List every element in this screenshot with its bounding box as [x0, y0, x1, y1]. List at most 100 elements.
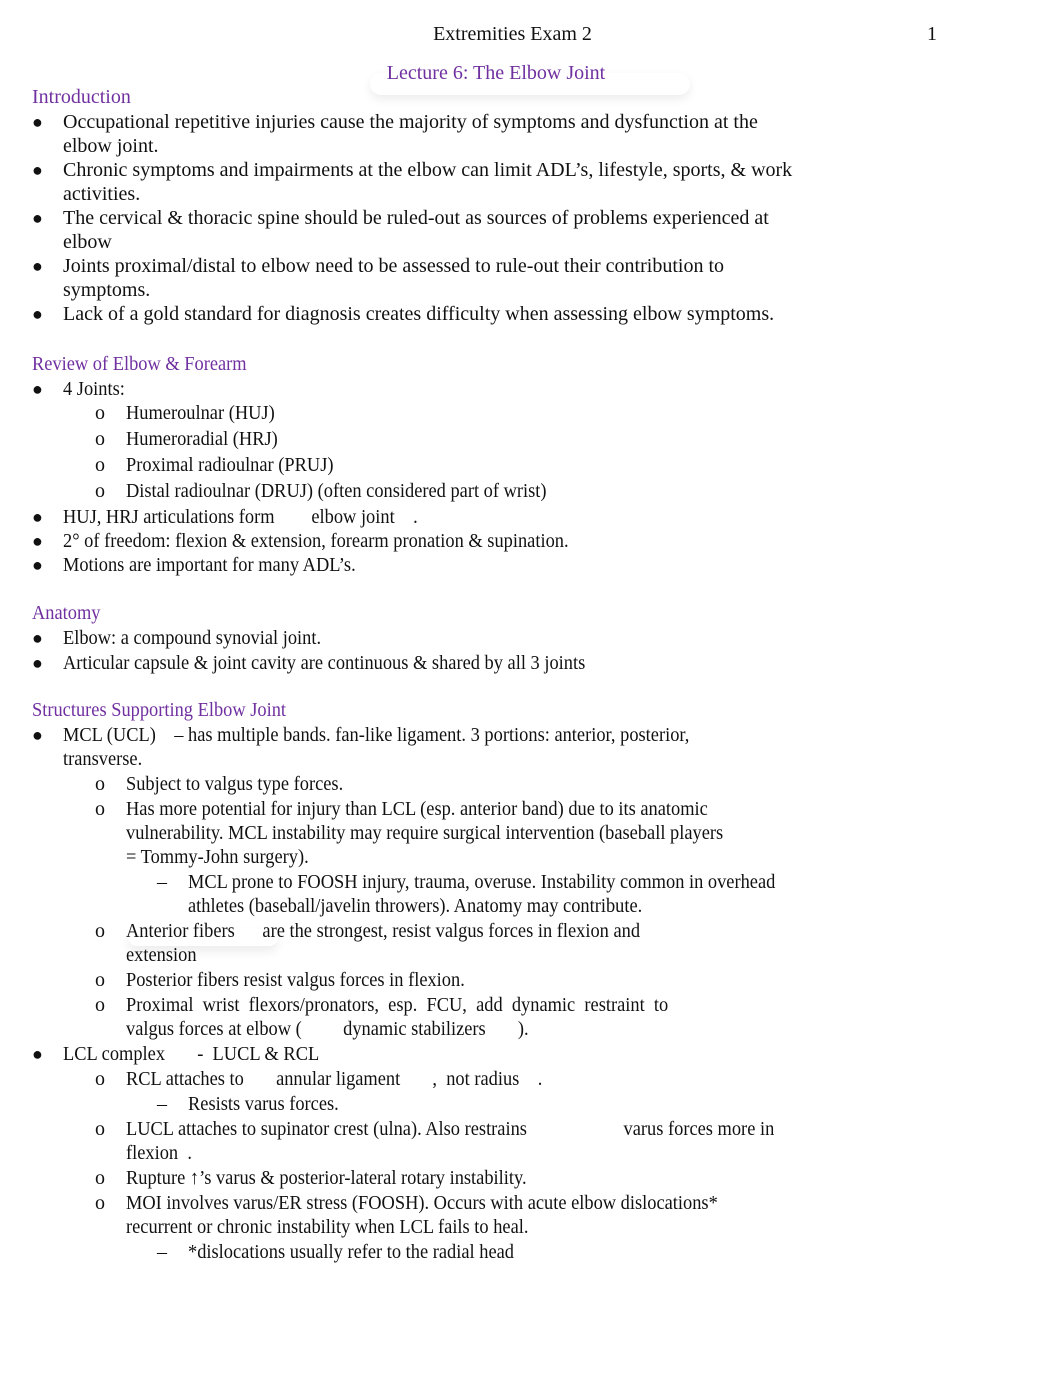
- list-item: o Humeroulnar (HUJ): [32, 401, 613, 425]
- list-item-line: HUJ, HRJ articulations form elbow joint …: [63, 505, 613, 529]
- list-item-text: elbow: [63, 231, 112, 253]
- list-item-line: 2° of freedom: flexion & extension, fore…: [63, 529, 613, 553]
- list-item-line: Humeroulnar (HUJ): [126, 401, 613, 425]
- review-list: ● 4 Joints: o Humeroulnar (HUJ) o Humeroradia…: [32, 377, 613, 577]
- list-item-text: recurrent or chronic instability when LC…: [126, 1216, 529, 1238]
- section-anatomy: Anatomy ● Elbow: a compound synovial join…: [32, 601, 631, 676]
- list-item-line: elbow joint.: [63, 134, 792, 158]
- list-item-line: athletes (baseball/javelin throwers). An…: [188, 894, 831, 918]
- section-title-text: Anatomy: [32, 602, 101, 624]
- list-item-line: Elbow: a compound synovial joint.: [63, 626, 631, 650]
- sub-bullet-icon: o: [95, 1118, 105, 1140]
- bullet-icon: ●: [32, 160, 43, 180]
- list-item-text: valgus forces at elbow ( dynamic stabili…: [126, 1018, 529, 1040]
- list-item: ● HUJ, HRJ articulations form elbow joint…: [32, 505, 613, 529]
- section-title: Anatomy: [32, 601, 631, 626]
- list-item-line: transverse.: [63, 747, 831, 771]
- list-item-text: 2° of freedom: flexion & extension, fore…: [63, 530, 569, 552]
- list-item: – Resists varus forces.: [32, 1092, 831, 1116]
- list-item: ● 2° of freedom: flexion & extension, for…: [32, 529, 613, 553]
- list-item-text: Has more potential for injury than LCL (…: [126, 798, 708, 820]
- list-item-text: = Tommy-John surgery).: [126, 846, 309, 868]
- list-item-line: MCL (UCL) – has multiple bands. fan-like…: [63, 723, 831, 747]
- list-item-line: elbow: [63, 230, 792, 254]
- sub-bullet-icon: o: [95, 402, 105, 424]
- bullet-icon: ●: [32, 112, 43, 132]
- list-item: o RCL attaches to annular ligament , not …: [32, 1067, 831, 1091]
- introduction-list: ● Occupational repetitive injuries cause …: [32, 110, 792, 326]
- list-item-line: *dislocations usually refer to the radia…: [188, 1240, 831, 1264]
- list-item-text: The cervical & thoracic spine should be …: [63, 207, 769, 229]
- list-item: ● MCL (UCL) – has multiple bands. fan-lik…: [32, 723, 831, 771]
- list-item-text: HUJ, HRJ articulations form elbow joint …: [63, 506, 418, 528]
- dash-bullet-icon: –: [157, 1241, 167, 1263]
- section-title: Structures Supporting Elbow Joint: [32, 698, 831, 723]
- list-item-line: Rupture ↑’s varus & posterior-lateral ro…: [126, 1166, 831, 1190]
- bullet-icon: ●: [32, 531, 43, 551]
- sub-bullet-icon: o: [95, 1192, 105, 1214]
- list-item-line: symptoms.: [63, 278, 792, 302]
- list-item-text: Proximal wrist flexors/pronators, esp. F…: [126, 994, 669, 1016]
- list-item-text: Distal radioulnar (DRUJ) (often consider…: [126, 480, 547, 502]
- section-title: Review of Elbow & Forearm: [32, 352, 613, 377]
- sub-bullet-icon: o: [95, 1167, 105, 1189]
- list-item-text: activities.: [63, 183, 141, 205]
- section-title-text: Structures Supporting Elbow Joint: [32, 699, 287, 721]
- sub-bullet-icon: o: [95, 1068, 105, 1090]
- list-item-line: = Tommy-John surgery).: [126, 845, 831, 869]
- dash-bullet-icon: –: [157, 1093, 167, 1115]
- list-item-text: elbow joint.: [63, 135, 159, 157]
- sub-bullet-icon: o: [95, 798, 105, 820]
- list-item-line: Subject to valgus type forces.: [126, 772, 831, 796]
- list-item: ● Occupational repetitive injuries cause …: [32, 110, 792, 158]
- list-item-text: Elbow: a compound synovial joint.: [63, 627, 322, 649]
- list-item-text: Lack of a gold standard for diagnosis cr…: [63, 303, 775, 325]
- list-item-line: extension: [126, 943, 831, 967]
- lecture-title: Lecture 6: The Elbow Joint: [386, 62, 606, 84]
- section-title-text: Review of Elbow & Forearm: [32, 353, 247, 375]
- list-item-text: Chronic symptoms and impairments at the …: [63, 159, 793, 181]
- list-item-line: Humeroradial (HRJ): [126, 427, 613, 451]
- list-item-line: Resists varus forces.: [188, 1092, 831, 1116]
- list-item-line: activities.: [63, 182, 792, 206]
- list-item-text: symptoms.: [63, 279, 151, 301]
- list-item: ● Joints proximal/distal to elbow need to…: [32, 254, 792, 302]
- section-introduction: Introduction ● Occupational repetitive in…: [32, 85, 792, 326]
- list-item-text: Humeroulnar (HUJ): [126, 402, 275, 424]
- list-item: ● LCL complex - LUCL & RCL: [32, 1042, 831, 1066]
- list-item-line: Posterior fibers resist valgus forces in…: [126, 968, 831, 992]
- list-item-line: MCL prone to FOOSH injury, trauma, overu…: [188, 870, 831, 894]
- list-item-text: 4 Joints:: [63, 378, 125, 400]
- list-item-line: LCL complex - LUCL & RCL: [63, 1042, 831, 1066]
- sub-bullet-icon: o: [95, 773, 105, 795]
- bullet-icon: ●: [32, 208, 43, 228]
- list-item-text: MCL prone to FOOSH injury, trauma, overu…: [188, 871, 776, 893]
- list-item-text: Resists varus forces.: [188, 1093, 339, 1115]
- list-item: o Has more potential for injury than LCL …: [32, 797, 831, 869]
- list-item-text: LCL complex - LUCL & RCL: [63, 1043, 320, 1065]
- bullet-icon: ●: [32, 304, 43, 324]
- list-item-text: MOI involves varus/ER stress (FOOSH). Oc…: [126, 1192, 718, 1214]
- list-item: o Posterior fibers resist valgus forces i…: [32, 968, 831, 992]
- list-item-line: flexion .: [126, 1141, 831, 1165]
- anatomy-list: ● Elbow: a compound synovial joint. ● Artic…: [32, 626, 631, 675]
- section-structures: Structures Supporting Elbow Joint ● MCL (…: [32, 698, 831, 1265]
- sub-bullet-icon: o: [95, 428, 105, 450]
- header-title: Extremities Exam 2: [433, 23, 592, 45]
- list-item-text: Motions are important for many ADL’s.: [63, 554, 356, 576]
- bullet-icon: ●: [32, 555, 43, 575]
- bullet-icon: ●: [32, 653, 43, 673]
- sub-bullet-icon: o: [95, 920, 105, 942]
- bullet-icon: ●: [32, 628, 43, 648]
- list-item-line: Occupational repetitive injuries cause t…: [63, 110, 792, 134]
- list-item: o Distal radioulnar (DRUJ) (often conside…: [32, 479, 613, 503]
- dash-bullet-icon: –: [157, 871, 167, 893]
- section-review: Review of Elbow & Forearm ● 4 Joints: o Hum…: [32, 352, 613, 577]
- list-item-text: LUCL attaches to supinator crest (ulna).…: [126, 1118, 775, 1140]
- sub-bullet-icon: o: [95, 994, 105, 1016]
- list-item-line: RCL attaches to annular ligament , not r…: [126, 1067, 831, 1091]
- list-item: o LUCL attaches to supinator crest (ulna)…: [32, 1117, 831, 1165]
- bullet-icon: ●: [32, 1044, 43, 1064]
- bullet-icon: ●: [32, 256, 43, 276]
- list-item-line: Motions are important for many ADL’s.: [63, 553, 613, 577]
